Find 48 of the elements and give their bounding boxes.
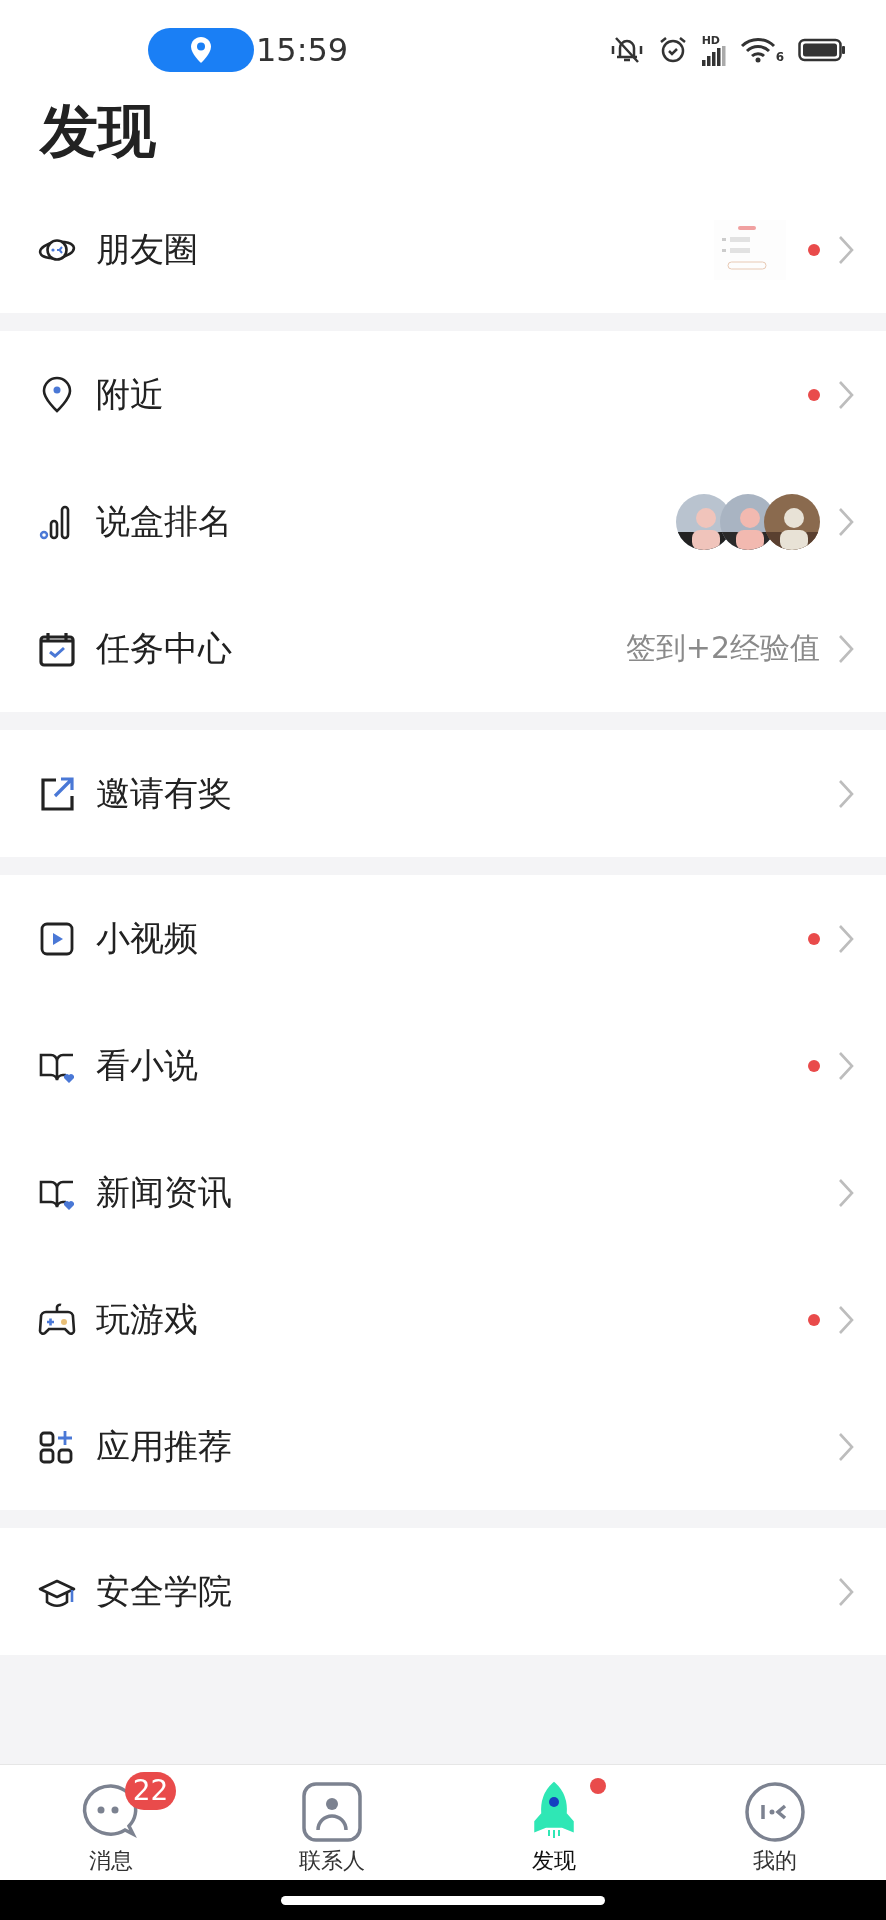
chevron-icon — [838, 1431, 854, 1462]
menu-item[interactable]: 新闻资讯 — [0, 1129, 886, 1256]
menu-label: 玩游戏 — [96, 1297, 198, 1341]
battery-icon — [798, 38, 846, 62]
menu-item[interactable]: 任务中心 签到+2经验值 — [0, 585, 886, 712]
chevron-icon — [838, 379, 854, 410]
menu-item[interactable]: 说盒排名 — [0, 458, 886, 585]
menu-item[interactable]: 邀请有奖 — [0, 730, 886, 857]
menu-label: 说盒排名 — [96, 499, 232, 543]
face-circle-icon — [743, 1779, 808, 1844]
tab[interactable]: 我的 — [695, 1769, 856, 1876]
menu-label: 邀请有奖 — [96, 771, 232, 815]
chevron-icon — [838, 633, 854, 664]
location-pin-icon — [190, 36, 212, 64]
tab[interactable]: 22 消息 — [30, 1769, 191, 1876]
contact-icon — [300, 1779, 365, 1844]
unread-count-badge: 22 — [124, 1771, 177, 1810]
page-title: 发现 — [0, 100, 886, 186]
menu-item[interactable]: 小视频 — [0, 875, 886, 1002]
menu-label: 安全学院 — [96, 1569, 232, 1613]
menu-label: 应用推荐 — [96, 1424, 232, 1468]
chevron-icon — [838, 506, 854, 537]
menu-item[interactable]: 朋友圈 — [0, 186, 886, 313]
clock-time: 15:59 — [256, 31, 349, 69]
chevron-icon — [838, 778, 854, 809]
tab[interactable]: 联系人 — [252, 1769, 413, 1876]
menu-label: 新闻资讯 — [96, 1170, 232, 1214]
chevron-icon — [838, 234, 854, 265]
menu-item[interactable]: 应用推荐 — [0, 1383, 886, 1510]
chevron-icon — [838, 923, 854, 954]
menu-label: 附近 — [96, 372, 164, 416]
menu-label: 看小说 — [96, 1043, 198, 1087]
reward-note: 签到+2经验值 — [625, 629, 820, 667]
menu-label: 朋友圈 — [96, 227, 198, 271]
menu-item[interactable]: 安全学院 — [0, 1528, 886, 1655]
chevron-icon — [838, 1050, 854, 1081]
muted-bell-icon — [609, 35, 644, 65]
menu-item[interactable]: 看小说 — [0, 1002, 886, 1129]
share-icon — [38, 774, 76, 813]
menu-label: 任务中心 — [96, 626, 232, 670]
chevron-icon — [838, 1304, 854, 1335]
tab[interactable]: 发现 — [473, 1769, 634, 1876]
menu-item[interactable]: 附近 — [0, 331, 886, 458]
home-indicator[interactable] — [281, 1895, 605, 1905]
chevron-icon — [838, 1177, 854, 1208]
chevron-icon — [838, 1576, 854, 1607]
menu-label: 小视频 — [96, 916, 198, 960]
menu-item[interactable]: 玩游戏 — [0, 1256, 886, 1383]
